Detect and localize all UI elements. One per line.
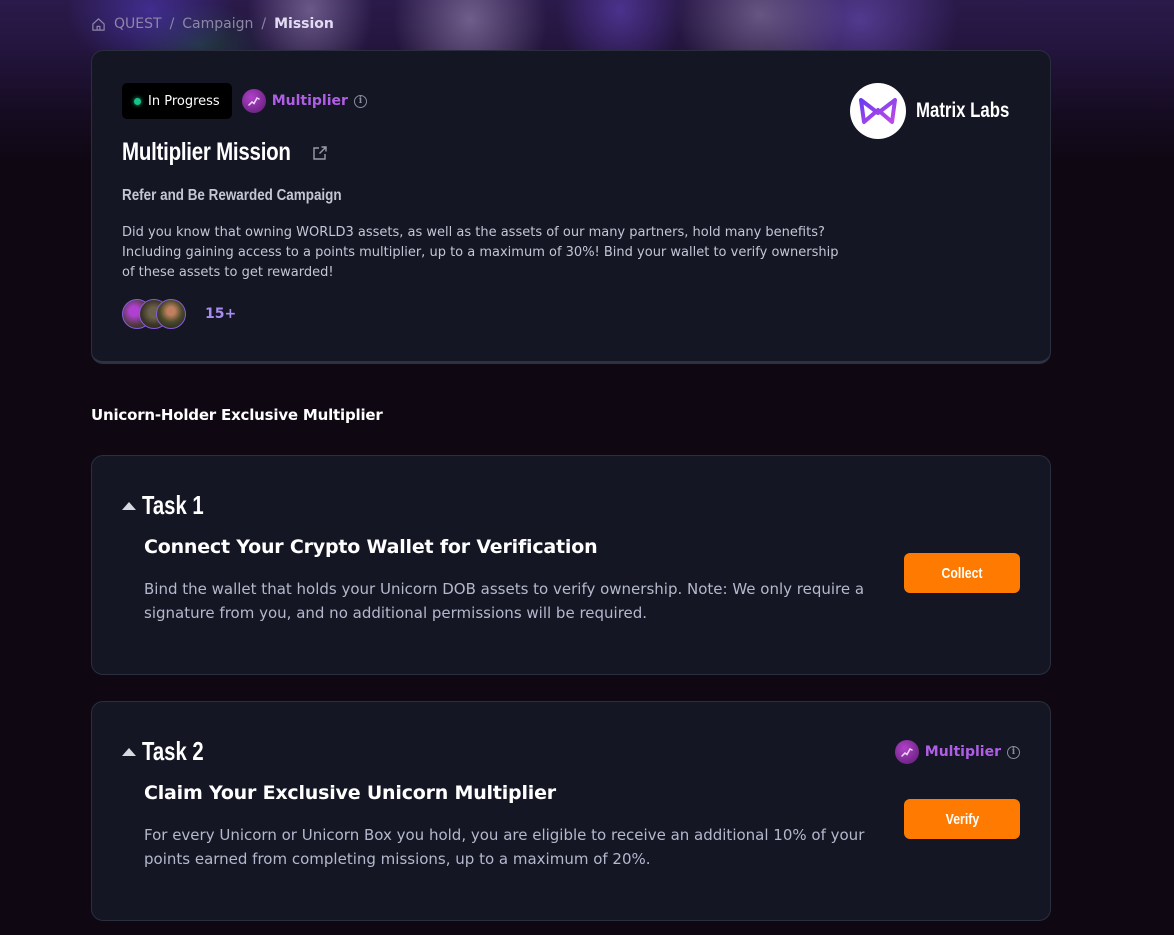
task-label: Task 1 <box>142 490 204 520</box>
multiplier-label: Multiplier <box>924 744 1001 760</box>
task-description: Bind the wallet that holds your Unicorn … <box>144 580 865 622</box>
home-icon[interactable] <box>91 17 106 32</box>
mission-card: In Progress Multiplier i Multiplier Miss… <box>91 50 1051 364</box>
status-label: In Progress <box>148 93 220 109</box>
partner-info[interactable]: Matrix Labs <box>850 83 1020 139</box>
mission-title-row: Multiplier Mission <box>122 138 328 167</box>
multiplier-badge: Multiplier i <box>241 89 367 113</box>
multiplier-label: Multiplier <box>271 93 348 109</box>
section-title: Unicorn-Holder Exclusive Multiplier <box>91 406 383 424</box>
breadcrumb-campaign[interactable]: Campaign <box>182 16 253 32</box>
verify-button[interactable]: Verify <box>904 799 1020 839</box>
status-dot-icon <box>134 97 141 105</box>
task-description: For every Unicorn or Unicorn Box you hol… <box>144 826 865 868</box>
task-label: Task 2 <box>142 736 204 766</box>
task-card-2: Task 2 Multiplier i Claim Your Exclusive… <box>91 701 1051 921</box>
verify-button-label: Verify <box>945 810 979 828</box>
multiplier-badge: Multiplier i <box>894 740 1020 764</box>
task-header[interactable]: Task 1 <box>122 490 221 521</box>
breadcrumb-mission: Mission <box>274 16 334 32</box>
participants: 15+ <box>122 299 236 329</box>
multiplier-chart-icon <box>241 89 266 113</box>
breadcrumb-separator: / <box>261 16 267 32</box>
breadcrumb: QUEST / Campaign / Mission <box>91 14 334 34</box>
mission-title: Multiplier Mission <box>122 138 291 166</box>
mission-description: Did you know that owning WORLD3 assets, … <box>122 225 839 280</box>
task-title: Claim Your Exclusive Unicorn Multiplier <box>144 782 556 804</box>
caret-up-icon[interactable] <box>122 747 136 756</box>
breadcrumb-quest[interactable]: QUEST <box>114 16 162 32</box>
collect-button[interactable]: Collect <box>904 553 1020 593</box>
external-link-icon[interactable] <box>312 145 328 161</box>
task-header[interactable]: Task 2 <box>122 736 221 767</box>
info-icon[interactable]: i <box>1007 745 1020 759</box>
info-icon[interactable]: i <box>353 94 367 108</box>
campaign-subtitle: Refer and Be Rewarded Campaign <box>122 187 342 204</box>
avatar <box>156 299 186 329</box>
participant-count: 15+ <box>205 306 237 322</box>
mission-badges: In Progress Multiplier i <box>122 83 367 119</box>
task-multiplier: Multiplier i <box>894 740 1020 764</box>
caret-up-icon[interactable] <box>122 501 136 510</box>
collect-button-label: Collect <box>941 564 983 582</box>
partner-name: Matrix Labs <box>916 99 1010 122</box>
task-card-1: Task 1 Connect Your Crypto Wallet for Ve… <box>91 455 1051 675</box>
matrix-labs-logo <box>850 83 906 139</box>
multiplier-chart-icon <box>894 740 919 764</box>
status-badge: In Progress <box>122 83 232 119</box>
breadcrumb-separator: / <box>169 16 175 32</box>
task-title: Connect Your Crypto Wallet for Verificat… <box>144 536 598 558</box>
